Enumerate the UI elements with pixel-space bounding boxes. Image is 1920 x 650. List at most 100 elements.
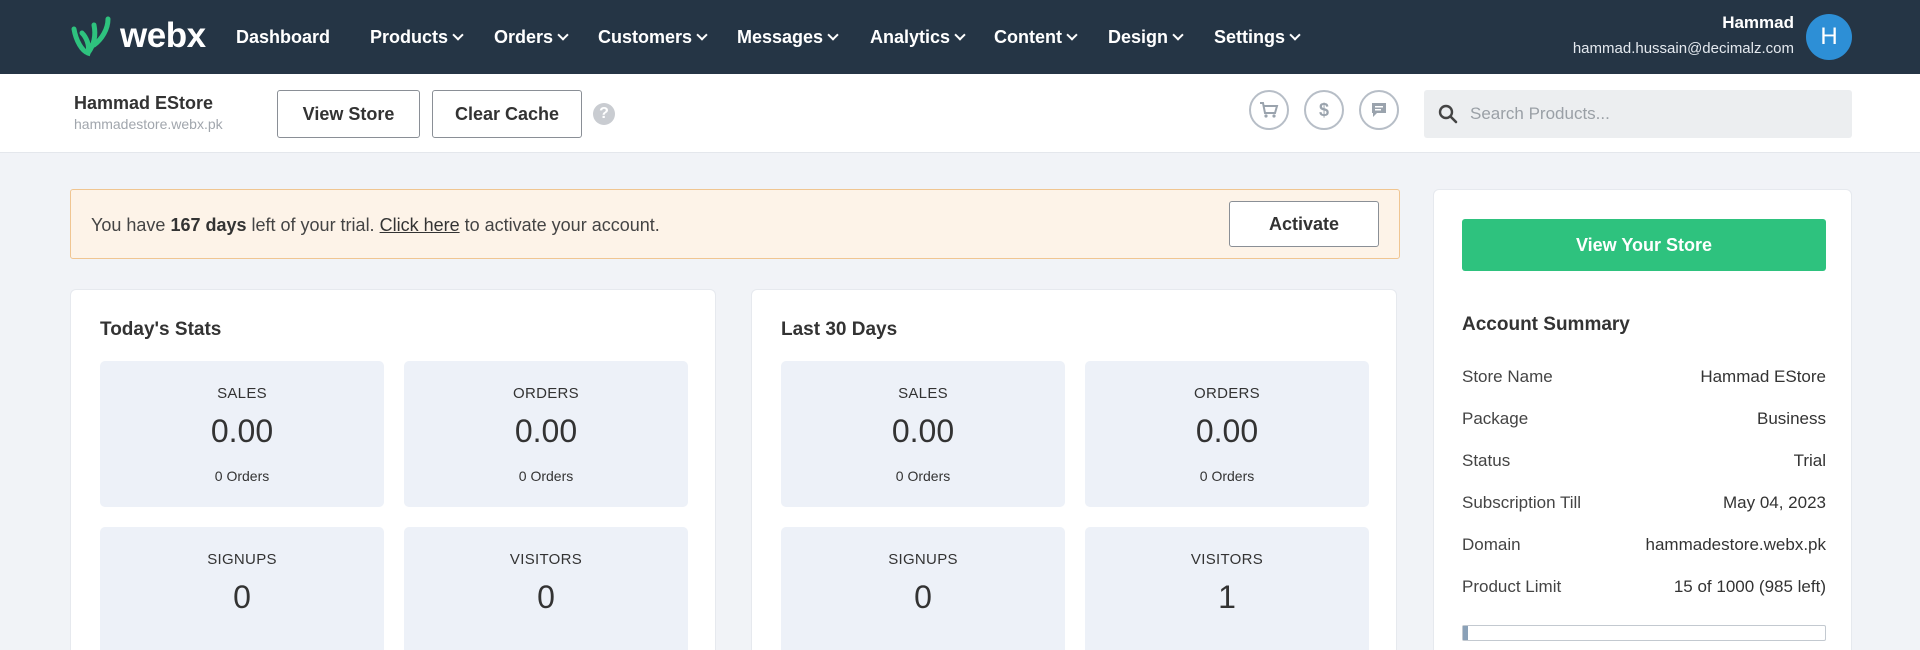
search-input[interactable]: [1470, 104, 1830, 124]
summary-key: Subscription Till: [1462, 493, 1582, 512]
nav-label: Customers: [598, 26, 693, 47]
user-info[interactable]: Hammad hammad.hussain@decimalz.com: [1573, 12, 1794, 57]
tile-value: 0: [233, 579, 251, 615]
tile-value: 0.00: [891, 413, 955, 449]
trial-days: 167 days: [170, 215, 247, 235]
chevron-down-icon: [827, 28, 839, 41]
summary-value: Trial: [1793, 451, 1826, 470]
chat-icon-glyph: [1372, 103, 1386, 117]
stat-tile-visitors: VISITORS 0: [404, 527, 688, 650]
tile-label: ORDERS: [1194, 385, 1260, 402]
help-icon[interactable]: ?: [593, 103, 615, 125]
tile-subtext: 0 Orders: [895, 468, 951, 484]
nav-label: Settings: [1214, 26, 1286, 47]
store-domain: hammadestore.webx.pk: [74, 116, 223, 132]
cart-icon[interactable]: [1249, 90, 1289, 130]
webx-logo[interactable]: webx: [70, 12, 206, 60]
stat-tile-signups: SIGNUPS 0: [100, 527, 384, 650]
summary-value: 15 of 1000 (985 left): [1673, 577, 1826, 596]
dollar-glyph: $: [1318, 99, 1329, 120]
chevron-down-icon: [1066, 28, 1078, 41]
nav-orders[interactable]: Orders: [494, 27, 598, 48]
tile-value: 1: [1218, 579, 1236, 615]
summary-key: Status: [1462, 451, 1511, 470]
clear-cache-button[interactable]: Clear Cache: [432, 90, 582, 138]
tile-value: 0.00: [1195, 413, 1259, 449]
tile-label: SIGNUPS: [888, 551, 958, 568]
nav-label: Products: [370, 26, 449, 47]
view-store-button[interactable]: View Store: [277, 90, 420, 138]
chevron-down-icon: [1172, 28, 1184, 41]
store-toolbar: Hammad EStore hammadestore.webx.pk View …: [0, 74, 1920, 153]
nav-label: Content: [994, 26, 1062, 47]
tile-value: 0.00: [514, 413, 578, 449]
tile-label: SALES: [898, 385, 948, 402]
nav-products[interactable]: Products: [370, 27, 494, 48]
summary-row-status: Status Trial: [1462, 451, 1826, 475]
activate-link[interactable]: Click here: [380, 215, 460, 235]
summary-key: Domain: [1462, 535, 1521, 554]
summary-key: Store Name: [1462, 367, 1553, 386]
activate-button[interactable]: Activate: [1229, 201, 1379, 247]
stat-tile-sales: SALES 0.00 0 Orders: [100, 361, 384, 507]
stat-tile-visitors: VISITORS 1: [1085, 527, 1369, 650]
panel-title: Last 30 Days: [781, 319, 898, 340]
nav-label: Design: [1108, 26, 1169, 47]
trial-prefix: You have: [91, 215, 166, 235]
nav-label: Dashboard: [236, 26, 331, 47]
summary-value: May 04, 2023: [1722, 493, 1826, 512]
summary-row-subscription: Subscription Till May 04, 2023: [1462, 493, 1826, 517]
cart-icon-glyph: [1260, 102, 1279, 118]
trial-suffix: to activate your account.: [464, 215, 660, 235]
last-30-days-panel: Last 30 Days SALES 0.00 0 Orders ORDERS …: [751, 289, 1397, 650]
nav-dashboard[interactable]: Dashboard: [236, 27, 370, 48]
tile-label: VISITORS: [509, 551, 583, 568]
chevron-down-icon: [696, 28, 708, 41]
nav-customers[interactable]: Customers: [598, 27, 737, 48]
nav-design[interactable]: Design: [1108, 27, 1214, 48]
trial-middle: left of your trial.: [251, 215, 375, 235]
nav-messages[interactable]: Messages: [737, 27, 870, 48]
brand-name: webx: [120, 16, 206, 55]
stat-tile-orders: ORDERS 0.00 0 Orders: [1085, 361, 1369, 507]
trial-message: You have 167 days left of your trial. Cl…: [91, 215, 660, 236]
stat-tile-sales: SALES 0.00 0 Orders: [781, 361, 1065, 507]
chevron-down-icon: [954, 28, 966, 41]
tile-label: SALES: [217, 385, 267, 402]
trial-banner: You have 167 days left of your trial. Cl…: [70, 189, 1400, 259]
tile-label: ORDERS: [513, 385, 579, 402]
account-summary-title: Account Summary: [1462, 314, 1630, 335]
product-limit-progress-bar: [1462, 625, 1826, 641]
tile-subtext: 0 Orders: [1199, 468, 1255, 484]
top-navigation-bar: webx Dashboard Products Orders Customers…: [0, 0, 1920, 74]
stat-tile-orders: ORDERS 0.00 0 Orders: [404, 361, 688, 507]
user-email: hammad.hussain@decimalz.com: [1572, 40, 1794, 57]
chevron-down-icon: [452, 28, 464, 41]
search-bar[interactable]: [1424, 90, 1852, 138]
search-icon: [1438, 104, 1458, 124]
panel-title: Today's Stats: [100, 319, 222, 340]
nav-label: Analytics: [870, 26, 951, 47]
avatar[interactable]: H: [1806, 14, 1852, 60]
summary-row-product-limit: Product Limit 15 of 1000 (985 left): [1462, 577, 1826, 601]
tile-value: 0: [914, 579, 932, 615]
main-menu: Dashboard Products Orders Customers Mess…: [236, 0, 1314, 74]
dollar-icon[interactable]: $: [1304, 90, 1344, 130]
nav-label: Messages: [737, 26, 824, 47]
nav-settings[interactable]: Settings: [1214, 27, 1314, 48]
chevron-down-icon: [557, 28, 569, 41]
summary-value: Business: [1757, 409, 1826, 428]
nav-label: Orders: [494, 26, 554, 47]
tile-value: 0.00: [210, 413, 274, 449]
summary-row-domain: Domain hammadestore.webx.pk: [1462, 535, 1826, 559]
summary-row-store-name: Store Name Hammad EStore: [1462, 367, 1826, 391]
summary-row-package: Package Business: [1462, 409, 1826, 433]
chat-icon[interactable]: [1359, 90, 1399, 130]
summary-value: hammadestore.webx.pk: [1645, 535, 1826, 554]
store-name: Hammad EStore: [74, 93, 214, 113]
view-your-store-button[interactable]: View Your Store: [1462, 219, 1826, 271]
nav-content[interactable]: Content: [994, 27, 1108, 48]
todays-stats-panel: Today's Stats SALES 0.00 0 Orders ORDERS…: [70, 289, 716, 650]
user-name: Hammad: [1722, 13, 1794, 32]
nav-analytics[interactable]: Analytics: [870, 27, 994, 48]
